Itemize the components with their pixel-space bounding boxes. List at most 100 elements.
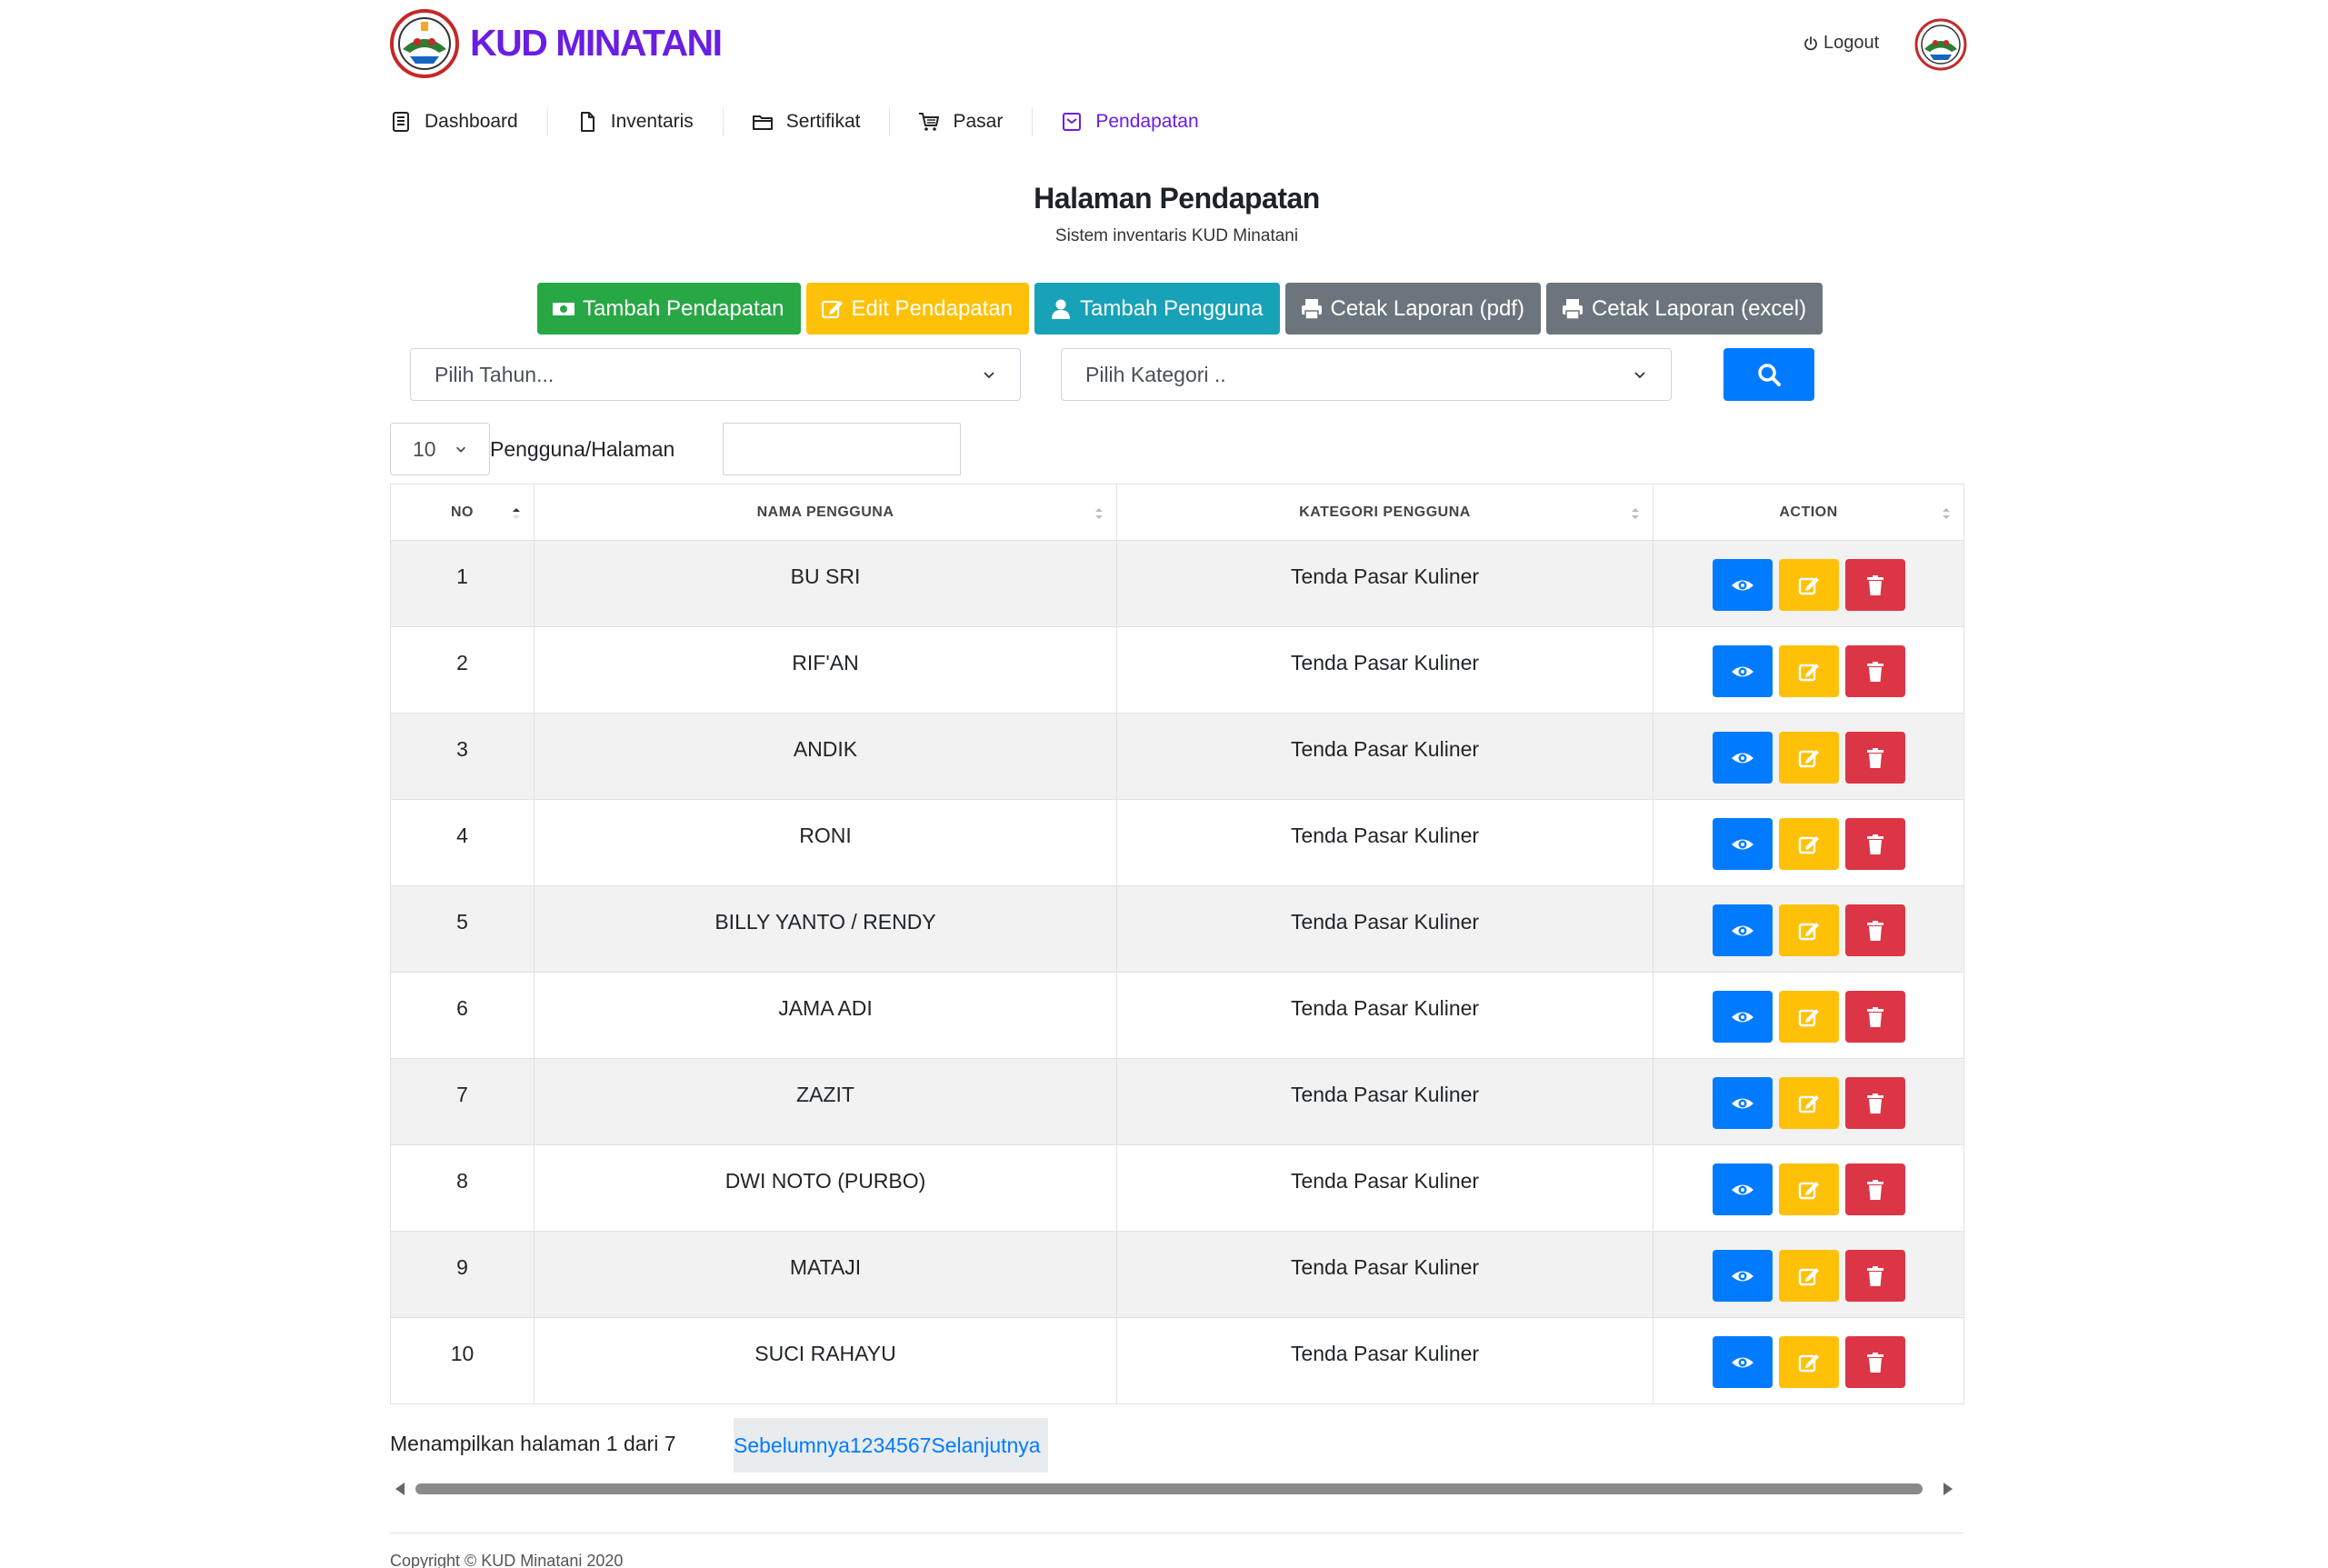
nav-inventaris[interactable]: Inventaris (546, 102, 723, 142)
edit-button[interactable] (1778, 559, 1839, 611)
scroll-right-icon[interactable] (1943, 1483, 1953, 1495)
kud-logo[interactable] (390, 9, 459, 78)
nav-sertifikat[interactable]: Sertifikat (722, 102, 890, 142)
delete-button[interactable] (1844, 1336, 1905, 1388)
logout-link[interactable]: Logout (1803, 33, 1879, 54)
table-row: 10 SUCI RAHAYU Tenda Pasar Kuliner (390, 1317, 1964, 1404)
cell-no: 10 (390, 1317, 535, 1404)
scrollbar-thumb[interactable] (415, 1483, 1923, 1494)
edit-icon (1798, 835, 1819, 854)
edit-button[interactable] (1778, 732, 1839, 784)
cell-kategori: Tenda Pasar Kuliner (1116, 1058, 1654, 1145)
delete-button[interactable] (1844, 991, 1905, 1043)
row-action-group (1654, 1077, 1963, 1129)
chevron-down-icon (456, 446, 465, 453)
delete-button[interactable] (1844, 559, 1905, 611)
kategori-select[interactable]: Pilih Kategori .. (1061, 348, 1672, 401)
cetak-pdf-button[interactable]: Cetak Laporan (pdf) (1284, 283, 1541, 335)
header-kategori[interactable]: KATEGORI PENGGUNA (1116, 484, 1654, 541)
edit-button[interactable] (1778, 904, 1839, 956)
table-search-input[interactable] (723, 423, 961, 475)
cetak-excel-label: Cetak Laporan (excel) (1591, 295, 1807, 321)
view-button[interactable] (1712, 1250, 1773, 1302)
search-button[interactable] (1724, 348, 1814, 401)
view-button[interactable] (1712, 818, 1773, 870)
cell-nama: ZAZIT (534, 1058, 1117, 1145)
row-action-group (1654, 559, 1963, 611)
header-nama[interactable]: NAMA PENGGUNA (534, 484, 1117, 541)
delete-button[interactable] (1844, 1077, 1905, 1129)
cell-nama: BILLY YANTO / RENDY (534, 885, 1117, 973)
table-body: 1 BU SRI Tenda Pasar Kuliner 2 RIF'AN Tenda P… (390, 540, 1964, 1404)
eye-icon (1731, 1012, 1753, 1022)
tambah-pendapatan-button[interactable]: Tambah Pendapatan (537, 283, 801, 335)
nav-dashboard[interactable]: Dashboard (390, 102, 547, 142)
nav-pasar[interactable]: Pasar (889, 102, 1032, 142)
delete-button[interactable] (1844, 1164, 1905, 1215)
pendapatan-table: NO NAMA PENGGUNA KATEGORI PENGGUNA ACTIO… (390, 484, 1964, 1404)
edit-button[interactable] (1778, 1250, 1839, 1302)
view-button[interactable] (1712, 1336, 1773, 1388)
header-no-label: NO (451, 504, 474, 520)
view-button[interactable] (1712, 991, 1773, 1043)
edit-button[interactable] (1778, 818, 1839, 870)
cell-kategori: Tenda Pasar Kuliner (1116, 1144, 1654, 1232)
edit-button[interactable] (1778, 645, 1839, 697)
scroll-left-icon[interactable] (395, 1483, 405, 1495)
row-action-group (1654, 1250, 1963, 1302)
header-action[interactable]: ACTION (1653, 484, 1964, 541)
view-button[interactable] (1712, 1164, 1773, 1215)
table-row: 5 BILLY YANTO / RENDY Tenda Pasar Kuliner (390, 885, 1964, 973)
trash-icon (1866, 747, 1883, 768)
pagination[interactable]: Sebelumnya1234567Selanjutnya (734, 1418, 1048, 1473)
printer-icon (1301, 298, 1322, 320)
edit-button[interactable] (1778, 1077, 1839, 1129)
delete-button[interactable] (1844, 645, 1905, 697)
cell-action (1653, 1144, 1964, 1232)
eye-icon (1731, 839, 1753, 849)
cell-nama: MATAJI (534, 1231, 1117, 1318)
row-action-group (1654, 904, 1963, 956)
delete-button[interactable] (1844, 818, 1905, 870)
eye-icon (1731, 666, 1753, 676)
nav-pasar-label: Pasar (953, 111, 1004, 132)
view-button[interactable] (1712, 732, 1773, 784)
search-icon (1758, 364, 1781, 386)
cell-nama: BU SRI (534, 540, 1117, 627)
edit-icon (1798, 1353, 1819, 1372)
table-header-row: NO NAMA PENGGUNA KATEGORI PENGGUNA ACTIO… (390, 484, 1964, 541)
eye-icon (1731, 1357, 1753, 1367)
header-no[interactable]: NO (390, 484, 535, 541)
tambah-pengguna-button[interactable]: Tambah Pengguna (1034, 283, 1280, 335)
cell-action (1653, 626, 1964, 714)
view-button[interactable] (1712, 904, 1773, 956)
page-length-select[interactable]: 10 (390, 423, 490, 475)
main-nav: Dashboard Inventaris Sertifikat Pasar Pe… (390, 102, 1228, 142)
horizontal-scrollbar[interactable] (390, 1477, 1963, 1501)
edit-button[interactable] (1778, 1336, 1839, 1388)
view-button[interactable] (1712, 645, 1773, 697)
edit-button[interactable] (1778, 991, 1839, 1043)
nav-pendapatan[interactable]: Pendapatan (1032, 102, 1227, 142)
chevron-down-icon (984, 372, 994, 379)
edit-button[interactable] (1778, 1164, 1839, 1215)
cell-no: 5 (390, 885, 535, 973)
cetak-excel-button[interactable]: Cetak Laporan (excel) (1545, 283, 1823, 335)
cell-kategori: Tenda Pasar Kuliner (1116, 540, 1654, 627)
nav-sertifikat-label: Sertifikat (785, 111, 861, 132)
avatar[interactable] (1914, 18, 1967, 71)
pagination-links[interactable]: Sebelumnya1234567Selanjutnya (734, 1433, 1041, 1458)
eye-icon (1731, 925, 1753, 935)
edit-pendapatan-button[interactable]: Edit Pendapatan (805, 283, 1029, 335)
logout-label: Logout (1823, 33, 1880, 53)
page-container: KUD MINATANI Logout Dashboard Inventaris… (390, 0, 1967, 1568)
tahun-select[interactable]: Pilih Tahun... (410, 348, 1021, 401)
delete-button[interactable] (1844, 904, 1905, 956)
view-button[interactable] (1712, 1077, 1773, 1129)
printer-icon (1562, 298, 1583, 320)
delete-button[interactable] (1844, 1250, 1905, 1302)
brand-title[interactable]: KUD MINATANI (470, 22, 723, 65)
view-button[interactable] (1712, 559, 1773, 611)
delete-button[interactable] (1844, 732, 1905, 784)
inbox-icon (1063, 113, 1082, 131)
